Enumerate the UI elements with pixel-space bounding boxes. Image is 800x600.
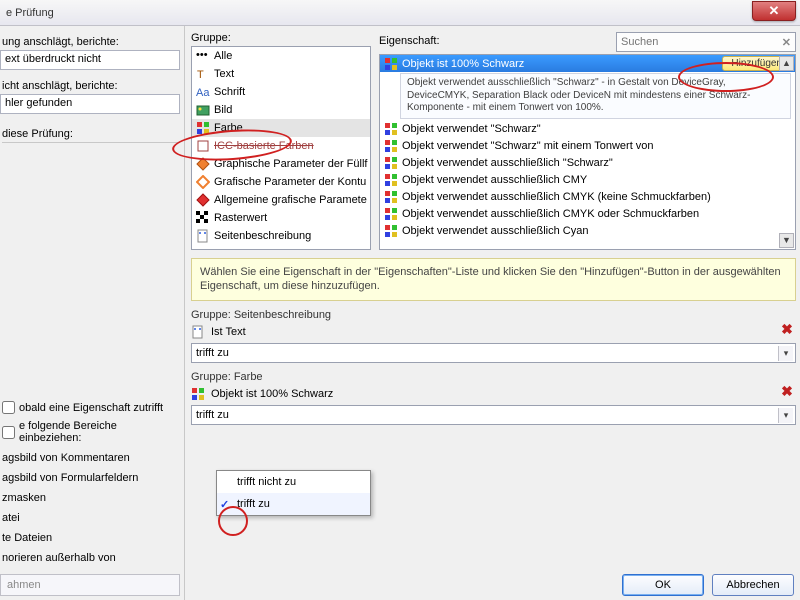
clear-search-icon[interactable]: ✕ bbox=[782, 36, 791, 49]
property-row[interactable]: Objekt verwendet ausschließlich CMYK (ke… bbox=[380, 189, 795, 206]
page-icon bbox=[196, 229, 210, 243]
search-field[interactable] bbox=[621, 36, 782, 48]
svg-text:Aa: Aa bbox=[196, 87, 210, 99]
group-item-raster[interactable]: Rasterwert bbox=[192, 209, 370, 227]
color-icon bbox=[384, 122, 398, 136]
close-button[interactable]: ✕ bbox=[752, 1, 796, 21]
area-item: norieren außerhalb von bbox=[2, 552, 180, 564]
report-hit-input[interactable]: ext überdruckt nicht bbox=[0, 50, 180, 70]
group-item-color[interactable]: Farbe bbox=[192, 119, 370, 137]
group-label: Gruppe: bbox=[191, 32, 371, 44]
scroll-up-icon[interactable]: ▲ bbox=[779, 56, 794, 71]
property-row[interactable]: Objekt verwendet "Schwarz" mit einem Ton… bbox=[380, 138, 795, 155]
criterion2-combo[interactable]: trifft zu▾ bbox=[191, 405, 796, 425]
diamond-red-icon bbox=[196, 193, 210, 207]
chevron-down-icon[interactable]: ▾ bbox=[778, 346, 793, 361]
chevron-down-icon[interactable]: ▾ bbox=[778, 408, 793, 423]
color-icon bbox=[191, 387, 205, 401]
dropdown-option-not[interactable]: trifft nicht zu bbox=[217, 471, 370, 493]
report-miss-label: icht anschlägt, berichte: bbox=[2, 80, 180, 92]
color-icon bbox=[384, 156, 398, 170]
group-item-image[interactable]: Bild bbox=[192, 101, 370, 119]
cancel-button[interactable]: Abbrechen bbox=[712, 574, 794, 596]
check-icon: ✓ bbox=[220, 498, 229, 511]
delete-criterion-1[interactable]: ✖ bbox=[778, 321, 796, 339]
combo-dropdown[interactable]: trifft nicht zu ✓trifft zu bbox=[216, 470, 371, 516]
property-row[interactable]: Objekt verwendet ausschließlich CMY bbox=[380, 172, 795, 189]
property-row[interactable]: Objekt verwendet "Schwarz" bbox=[380, 121, 795, 138]
criterion2-group-label: Gruppe: Farbe bbox=[191, 371, 263, 383]
group-listbox[interactable]: •••Alle TText AaSchrift Bild Farbe ICC-b… bbox=[191, 46, 371, 250]
property-label: Eigenschaft: bbox=[379, 35, 440, 47]
group-item-font[interactable]: AaSchrift bbox=[192, 83, 370, 101]
search-input[interactable]: ✕ bbox=[616, 32, 796, 52]
property-row-selected[interactable]: Objekt ist 100% Schwarz Hinzufügen bbox=[380, 55, 795, 72]
criterion1-group-label: Gruppe: Seitenbeschreibung bbox=[191, 309, 331, 321]
area-item: agsbild von Formularfeldern bbox=[2, 472, 180, 484]
color-icon bbox=[384, 173, 398, 187]
dropdown-option-yes[interactable]: ✓trifft zu bbox=[217, 493, 370, 515]
property-row[interactable]: Objekt verwendet ausschließlich "Schwarz… bbox=[380, 155, 795, 172]
color-icon bbox=[384, 207, 398, 221]
area-item: agsbild von Kommentaren bbox=[2, 452, 180, 464]
criterion-1: Gruppe: Seitenbeschreibung Ist Text ✖ tr… bbox=[191, 307, 796, 363]
dialog-buttons: OK Abbrechen bbox=[622, 570, 794, 600]
image-icon bbox=[196, 103, 210, 117]
group-item-all[interactable]: •••Alle bbox=[192, 47, 370, 65]
color-icon bbox=[384, 57, 398, 71]
criterion1-prop: Ist Text bbox=[211, 326, 246, 338]
all-icon: ••• bbox=[196, 49, 210, 63]
diamond-outline-icon bbox=[196, 175, 210, 189]
titlebar: e Prüfung ✕ bbox=[0, 0, 800, 26]
delete-criterion-2[interactable]: ✖ bbox=[778, 383, 796, 401]
report-miss-input[interactable]: hler gefunden bbox=[0, 94, 180, 114]
color-icon bbox=[384, 190, 398, 204]
criterion2-prop: Objekt ist 100% Schwarz bbox=[211, 388, 333, 400]
check-section-header: diese Prüfung: bbox=[2, 128, 180, 143]
group-item-strokeparam[interactable]: Grafische Parameter der Kontu bbox=[192, 173, 370, 191]
text-icon: T bbox=[196, 67, 210, 81]
svg-text:T: T bbox=[197, 69, 204, 81]
group-item-general[interactable]: Allgemeine grafische Paramete bbox=[192, 191, 370, 209]
property-row[interactable]: Objekt verwendet ausschließlich CMYK ode… bbox=[380, 206, 795, 223]
icc-icon bbox=[196, 139, 210, 153]
area-item: atei bbox=[2, 512, 180, 524]
check-any-prop[interactable]: obald eine Eigenschaft zutrifft bbox=[2, 401, 180, 414]
color-icon bbox=[196, 121, 210, 135]
group-item-pagedesc[interactable]: Seitenbeschreibung bbox=[192, 227, 370, 245]
hint-bar: Wählen Sie eine Eigenschaft in der "Eige… bbox=[191, 258, 796, 301]
scroll-down-icon[interactable]: ▼ bbox=[779, 233, 794, 248]
left-sidebar: ung anschlägt, berichte: ext überdruckt … bbox=[0, 26, 185, 600]
report-hit-label: ung anschlägt, berichte: bbox=[2, 36, 180, 48]
page-icon bbox=[191, 325, 205, 339]
ok-button[interactable]: OK bbox=[622, 574, 704, 596]
property-row[interactable]: Objekt verwendet ausschließlich Cyan bbox=[380, 223, 795, 240]
area-item: te Dateien bbox=[2, 532, 180, 544]
group-item-text[interactable]: TText bbox=[192, 65, 370, 83]
group-item-icc[interactable]: ICC-basierte Farben bbox=[192, 137, 370, 155]
property-description: Objekt verwendet ausschließlich "Schwarz… bbox=[400, 73, 791, 119]
group-item-fillparam[interactable]: Graphische Parameter der Füllf bbox=[192, 155, 370, 173]
checker-icon bbox=[196, 211, 210, 225]
font-icon: Aa bbox=[196, 85, 210, 99]
color-icon bbox=[384, 224, 398, 238]
check-include-areas[interactable]: e folgende Bereiche einbeziehen: bbox=[2, 420, 180, 444]
area-item: zmasken bbox=[2, 492, 180, 504]
property-listbox[interactable]: ▲ Objekt ist 100% Schwarz Hinzufügen Obj… bbox=[379, 54, 796, 250]
color-icon bbox=[384, 139, 398, 153]
frames-button[interactable]: ahmen bbox=[0, 574, 180, 596]
window-title: e Prüfung bbox=[6, 7, 54, 19]
criterion-2: Gruppe: Farbe Objekt ist 100% Schwarz ✖ … bbox=[191, 369, 796, 425]
criterion1-combo[interactable]: trifft zu▾ bbox=[191, 343, 796, 363]
diamond-icon bbox=[196, 157, 210, 171]
